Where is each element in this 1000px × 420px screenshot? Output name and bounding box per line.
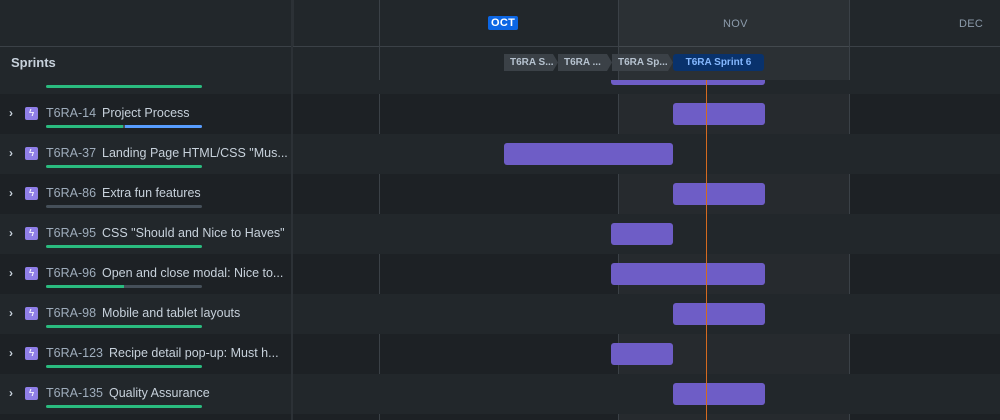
chevron-right-icon[interactable]: ›	[9, 386, 13, 400]
issue-title[interactable]: Landing Page HTML/CSS "Mus...	[102, 146, 288, 160]
issue-title[interactable]: Extra fun features	[102, 186, 201, 200]
chevron-right-icon[interactable]: ›	[9, 186, 13, 200]
chevron-right-icon[interactable]: ›	[9, 226, 13, 240]
epic-icon: ϟ	[25, 267, 38, 280]
issue-title[interactable]: CSS "Should and Nice to Haves"	[102, 226, 285, 240]
progress-bar	[46, 125, 202, 128]
progress-bar	[46, 365, 202, 368]
epic-icon: ϟ	[25, 227, 38, 240]
left-panel-header	[0, 0, 294, 46]
issue-row[interactable]	[0, 80, 1000, 94]
panel-divider[interactable]	[291, 0, 293, 420]
chevron-right-icon[interactable]: ›	[9, 146, 13, 160]
sprints-header	[0, 47, 1000, 81]
issue-key[interactable]: T6RA-37	[46, 146, 96, 160]
issue-title[interactable]: Quality Assurance	[109, 386, 210, 400]
issue-title[interactable]: Project Process	[102, 106, 190, 120]
sprint-chip[interactable]: T6RA S...	[504, 54, 558, 71]
epic-icon: ϟ	[25, 107, 38, 120]
issue-key[interactable]: T6RA-95	[46, 226, 96, 240]
issue-title[interactable]: Open and close modal: Nice to...	[102, 266, 283, 280]
timeline-bar[interactable]	[611, 223, 673, 245]
issue-key[interactable]: T6RA-14	[46, 106, 96, 120]
timeline-bar[interactable]	[673, 303, 765, 325]
month-label-nov: NOV	[723, 18, 748, 30]
progress-done	[46, 125, 123, 128]
issue-key[interactable]: T6RA-86	[46, 186, 96, 200]
timeline-bar[interactable]	[673, 103, 765, 125]
issue-key[interactable]: T6RA-96	[46, 266, 96, 280]
sprint-chip-active[interactable]: T6RA Sprint 6	[673, 54, 764, 71]
timeline-bar[interactable]	[611, 263, 765, 285]
epic-icon: ϟ	[25, 307, 38, 320]
chevron-right-icon[interactable]: ›	[9, 266, 13, 280]
issue-key[interactable]: T6RA-135	[46, 386, 103, 400]
progress-done	[46, 245, 202, 248]
epic-icon: ϟ	[25, 347, 38, 360]
issue-key[interactable]: T6RA-123	[46, 346, 103, 360]
progress-done	[46, 325, 202, 328]
issue-row[interactable]: › ϟ T6RA-95 CSS "Should and Nice to Haves"	[0, 214, 1000, 254]
sprint-chip[interactable]: T6RA ...	[558, 54, 612, 71]
progress-bar	[46, 205, 202, 208]
timeline-bar[interactable]	[611, 343, 673, 365]
month-label-oct: OCT	[488, 16, 519, 30]
sprints-label: Sprints	[11, 55, 56, 70]
progress-bar	[46, 285, 202, 288]
timeline-bar[interactable]	[673, 183, 765, 205]
progress-bar	[46, 85, 202, 88]
issue-key[interactable]: T6RA-98	[46, 306, 96, 320]
timeline-bar[interactable]	[504, 143, 673, 165]
timeline-bar[interactable]	[611, 80, 765, 85]
epic-icon: ϟ	[25, 187, 38, 200]
timeline-bar[interactable]	[673, 383, 765, 405]
progress-done	[46, 165, 202, 168]
progress-bar	[46, 325, 202, 328]
issue-row[interactable]: › ϟ T6RA-135 Quality Assurance	[0, 374, 1000, 414]
chevron-right-icon[interactable]: ›	[9, 346, 13, 360]
issue-title[interactable]: Recipe detail pop-up: Must h...	[109, 346, 279, 360]
progress-bar	[46, 245, 202, 248]
issue-row[interactable]: › ϟ T6RA-96 Open and close modal: Nice to..…	[0, 254, 1000, 294]
issue-row[interactable]: › ϟ T6RA-123 Recipe detail pop-up: Must h..…	[0, 334, 1000, 374]
chevron-right-icon[interactable]: ›	[9, 306, 13, 320]
progress-done	[46, 365, 202, 368]
progress-bar	[46, 405, 202, 408]
issue-rows: › ϟ T6RA-14 Project Process › ϟ T6RA-37 Landing…	[0, 80, 1000, 420]
progress-bar	[46, 165, 202, 168]
chevron-right-icon[interactable]: ›	[9, 106, 13, 120]
progress-done	[46, 85, 202, 88]
today-marker	[706, 80, 707, 420]
month-label-dec: DEC	[959, 18, 984, 30]
sprint-chip[interactable]: T6RA Sp...	[612, 54, 673, 71]
issue-row[interactable]: › ϟ T6RA-98 Mobile and tablet layouts	[0, 294, 1000, 334]
epic-icon: ϟ	[25, 387, 38, 400]
progress-done	[46, 285, 124, 288]
progress-done	[46, 405, 202, 408]
issue-title[interactable]: Mobile and tablet layouts	[102, 306, 240, 320]
progress-in-progress	[125, 125, 202, 128]
roadmap-timeline: OCT NOV DEC Sprints T6RA S... T6RA ... T…	[0, 0, 1000, 420]
issue-row[interactable]: › ϟ T6RA-86 Extra fun features	[0, 174, 1000, 214]
issue-row[interactable]: › ϟ T6RA-37 Landing Page HTML/CSS "Mus...	[0, 134, 1000, 174]
epic-icon: ϟ	[25, 147, 38, 160]
issue-row[interactable]: › ϟ T6RA-14 Project Process	[0, 94, 1000, 134]
